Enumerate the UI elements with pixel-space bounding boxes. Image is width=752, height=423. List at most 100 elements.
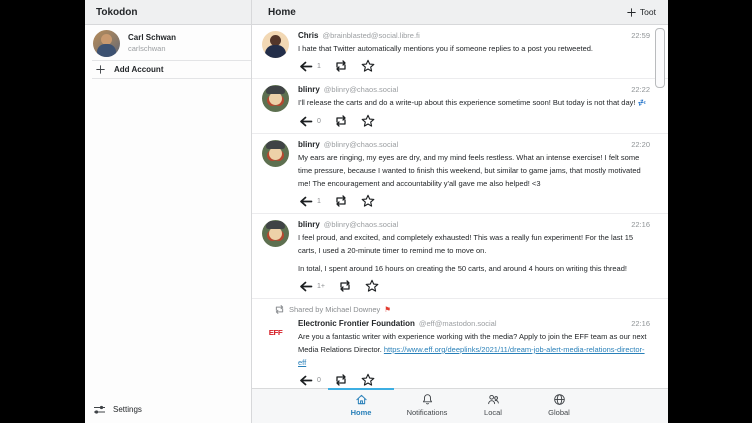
post-handle[interactable]: @brainblasted@social.libre.fi [322, 29, 625, 42]
avatar[interactable]: EFF [262, 319, 289, 346]
user-avatar [93, 30, 120, 57]
post[interactable]: Shared by Michael Downey ⚑ EFF Electroni… [252, 299, 668, 388]
reply-button[interactable]: 0 [298, 375, 321, 386]
settings-button[interactable]: Settings [85, 399, 251, 419]
home-icon [355, 393, 368, 406]
add-account-label: Add Account [114, 65, 163, 74]
flag-emoji: ⚑ [384, 304, 391, 315]
post-author[interactable]: blinry [298, 218, 320, 231]
reply-button[interactable]: 1 [298, 61, 321, 72]
boost-button[interactable] [334, 194, 348, 208]
star-icon [361, 373, 375, 387]
toot-button[interactable]: Toot [626, 7, 656, 18]
post-handle[interactable]: @eff@mastodon.social [419, 317, 625, 330]
favourite-button[interactable] [361, 114, 375, 128]
reply-arrow-icon [298, 61, 313, 72]
post-author[interactable]: blinry [298, 83, 320, 96]
favourite-button[interactable] [361, 59, 375, 73]
boost-icon [334, 114, 348, 128]
sleep-emoji: 💤 [638, 100, 647, 107]
post-time: 22:16 [631, 317, 650, 330]
post-content: Are you a fantastic writer with experien… [298, 330, 650, 369]
app-title: Tokodon [85, 7, 137, 18]
avatar[interactable] [262, 220, 289, 247]
post-handle[interactable]: @blinry@chaos.social [324, 138, 625, 151]
boost-button[interactable] [338, 279, 352, 293]
star-icon [361, 114, 375, 128]
post-time: 22:59 [631, 29, 650, 42]
post-actions: 1 [298, 55, 650, 77]
active-tab-indicator [328, 388, 394, 390]
sidebar-header: Tokodon [85, 0, 251, 25]
post-content: I'll release the carts and do a write-up… [298, 96, 650, 110]
post-content: I hate that Twitter automatically mentio… [298, 42, 650, 55]
post-handle[interactable]: @blinry@chaos.social [324, 218, 625, 231]
home-timeline[interactable]: Chris @brainblasted@social.libre.fi 22:5… [252, 25, 668, 388]
reply-arrow-icon [298, 281, 313, 292]
scrollbar[interactable] [655, 28, 665, 88]
post[interactable]: Chris @brainblasted@social.libre.fi 22:5… [252, 25, 668, 79]
post-actions: 0 [298, 110, 650, 132]
post-content: In total, I spent around 16 hours on cre… [298, 262, 650, 275]
post-actions: 0 [298, 369, 650, 388]
tab-local[interactable]: Local [460, 389, 526, 423]
favourite-button[interactable] [361, 373, 375, 387]
reply-count: 1+ [317, 283, 325, 290]
post[interactable]: blinry @blinry@chaos.social 22:16 I feel… [252, 214, 668, 299]
reply-button[interactable]: 0 [298, 116, 321, 127]
star-icon [365, 279, 379, 293]
post[interactable]: blinry @blinry@chaos.social 22:20 My ear… [252, 134, 668, 214]
star-icon [361, 59, 375, 73]
page-title: Home [252, 7, 626, 18]
avatar[interactable] [262, 140, 289, 167]
account-username: carlschwan [128, 43, 176, 54]
screenshot-stage: Tokodon Carl Schwan carlschwan Add Accou… [0, 0, 752, 423]
tab-notifications[interactable]: Notifications [394, 389, 460, 423]
post-author[interactable]: blinry [298, 138, 320, 151]
account-text: Carl Schwan carlschwan [128, 32, 176, 54]
shared-by-row: Shared by Michael Downey ⚑ [274, 304, 650, 315]
post-actions: 1 [298, 190, 650, 212]
reply-arrow-icon [298, 375, 313, 386]
avatar[interactable] [262, 85, 289, 112]
bottom-navbar: Home Notifications Local Global [252, 388, 668, 423]
boost-icon [338, 279, 352, 293]
tab-global[interactable]: Global [526, 389, 592, 423]
favourite-button[interactable] [361, 194, 375, 208]
boost-button[interactable] [334, 373, 348, 387]
reply-arrow-icon [298, 196, 313, 207]
tab-home[interactable]: Home [328, 389, 394, 423]
shared-by-label[interactable]: Shared by Michael Downey [289, 304, 380, 315]
boost-button[interactable] [334, 59, 348, 73]
reply-count: 1 [317, 198, 321, 205]
reply-count: 1 [317, 63, 321, 70]
reply-button[interactable]: 1 [298, 196, 321, 207]
post-author[interactable]: Chris [298, 29, 318, 42]
reply-count: 0 [317, 118, 321, 125]
tab-notifications-label: Notifications [407, 408, 448, 417]
settings-sliders-icon [93, 404, 106, 415]
eff-logo: EFF [269, 328, 283, 336]
favourite-button[interactable] [365, 279, 379, 293]
bell-icon [421, 393, 434, 406]
plus-icon [626, 7, 637, 18]
main-area: Home Toot Chris @brainblasted@social.lib… [252, 0, 668, 423]
post-time: 22:16 [631, 218, 650, 231]
add-account-button[interactable]: Add Account [85, 61, 251, 78]
tab-global-label: Global [548, 408, 570, 417]
globe-icon [553, 393, 566, 406]
post[interactable]: blinry @blinry@chaos.social 22:22 I'll r… [252, 79, 668, 134]
boost-button[interactable] [334, 114, 348, 128]
reply-button[interactable]: 1+ [298, 281, 325, 292]
star-icon [361, 194, 375, 208]
boost-icon [334, 194, 348, 208]
boost-icon [334, 59, 348, 73]
boost-icon [334, 373, 348, 387]
reply-arrow-icon [298, 116, 313, 127]
post-time: 22:20 [631, 138, 650, 151]
tab-local-label: Local [484, 408, 502, 417]
sidebar-item-account[interactable]: Carl Schwan carlschwan [85, 26, 251, 60]
avatar[interactable] [262, 31, 289, 58]
post-handle[interactable]: @blinry@chaos.social [324, 83, 625, 96]
post-author[interactable]: Electronic Frontier Foundation [298, 317, 415, 330]
